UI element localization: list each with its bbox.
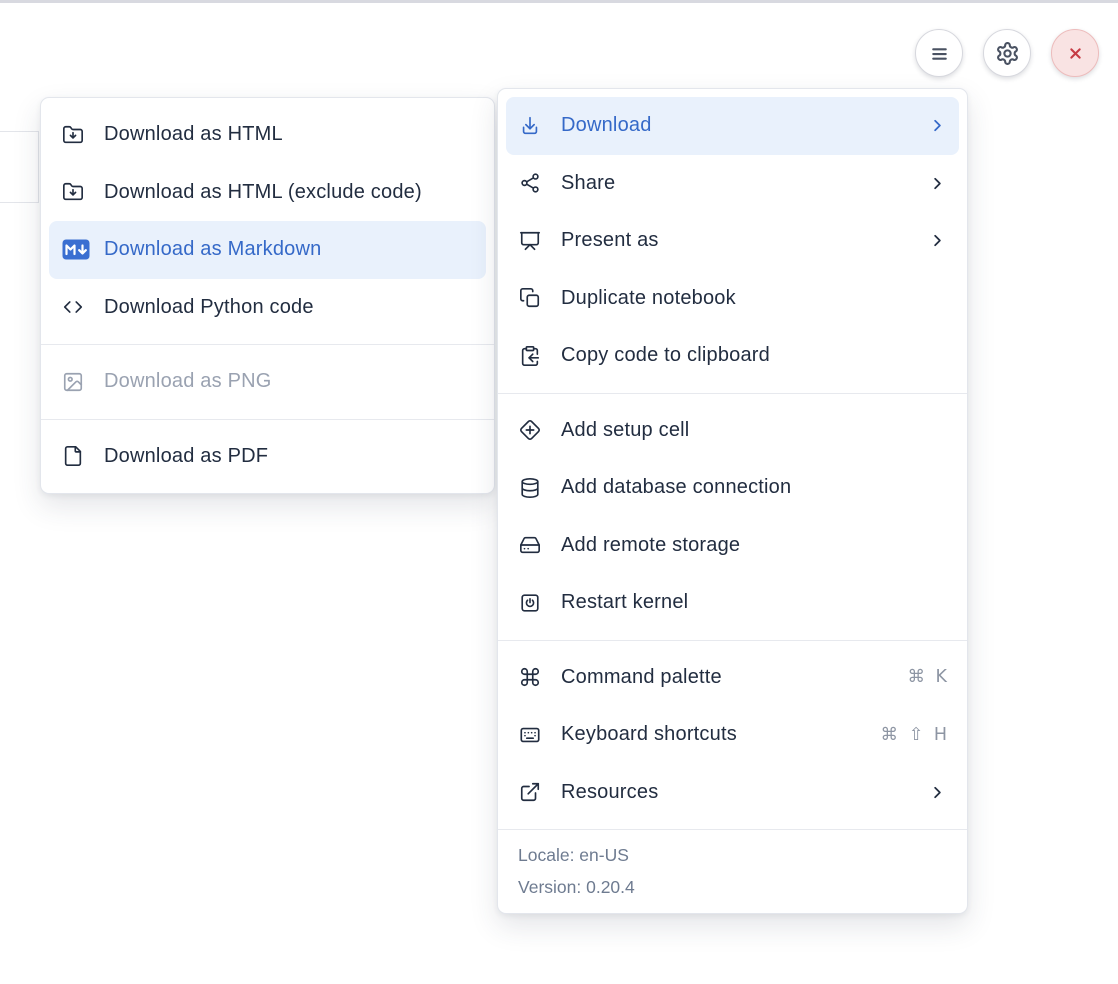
menu-item-download-python-code[interactable]: Download Python code: [49, 279, 486, 337]
menu-button[interactable]: [915, 29, 963, 77]
close-icon: [1063, 41, 1088, 66]
menu-item-label: Resources: [561, 781, 920, 804]
clipboard-copy-icon: [519, 345, 541, 367]
menu-item-label: Duplicate notebook: [561, 287, 947, 310]
menu-item-download-as-png: Download as PNG: [49, 353, 486, 411]
markdown-icon: [62, 239, 90, 261]
menu-item-resources[interactable]: Resources: [506, 764, 959, 822]
menu-item-label: Download as PDF: [104, 445, 474, 468]
menu-item-download-as-markdown[interactable]: Download as Markdown: [49, 221, 486, 279]
menu-item-download-as-html[interactable]: Download as HTML: [49, 106, 486, 164]
menu-item-add-setup-cell[interactable]: Add setup cell: [506, 402, 959, 460]
notebook-actions-toolbar: [915, 29, 1099, 77]
chevron-right-icon: [928, 116, 947, 135]
image-icon: [62, 371, 84, 393]
keyboard-icon: [519, 724, 541, 746]
download-icon: [519, 115, 541, 137]
external-link-icon: [519, 781, 541, 803]
code-icon: [62, 296, 84, 318]
folder-down-icon: [62, 124, 84, 146]
hard-drive-icon: [519, 534, 541, 556]
menu-item-keyboard-shortcuts[interactable]: Keyboard shortcuts ⌘ ⇧ H: [506, 706, 959, 764]
locale-text: Locale: en-US: [518, 839, 947, 871]
menu-item-add-remote-storage[interactable]: Add remote storage: [506, 517, 959, 575]
database-icon: [519, 477, 541, 499]
menu-item-add-database-connection[interactable]: Add database connection: [506, 459, 959, 517]
menu-item-copy-code-to-clipboard[interactable]: Copy code to clipboard: [506, 327, 959, 385]
menu-item-command-palette[interactable]: Command palette ⌘ K: [506, 649, 959, 707]
folder-down-icon: [62, 181, 84, 203]
menu-item-label: Add setup cell: [561, 419, 947, 442]
menu-item-label: Restart kernel: [561, 591, 947, 614]
presentation-icon: [519, 230, 541, 252]
menu-item-label: Download Python code: [104, 296, 474, 319]
menu-item-present-as[interactable]: Present as: [506, 212, 959, 270]
menu-item-label: Share: [561, 172, 920, 195]
diamond-plus-icon: [519, 419, 541, 441]
menu-item-label: Present as: [561, 229, 920, 252]
download-submenu: Download as HTML Download as HTML (exclud…: [40, 97, 495, 494]
chevron-right-icon: [928, 231, 947, 250]
menu-item-share[interactable]: Share: [506, 155, 959, 213]
version-text: Version: 0.20.4: [518, 871, 947, 903]
menu-item-label: Command palette: [561, 666, 899, 689]
menu-icon: [927, 41, 952, 66]
shutdown-button[interactable]: [1051, 29, 1099, 77]
menu-item-label: Download as PNG: [104, 370, 474, 393]
menu-item-duplicate-notebook[interactable]: Duplicate notebook: [506, 270, 959, 328]
menu-item-label: Download as HTML: [104, 123, 474, 146]
notebook-menu: Download Share Present as Duplicate noteboo…: [497, 88, 968, 914]
settings-button[interactable]: [983, 29, 1031, 77]
background-cell-border: [0, 131, 39, 203]
menu-item-label: Copy code to clipboard: [561, 344, 947, 367]
menu-item-restart-kernel[interactable]: Restart kernel: [506, 574, 959, 632]
window-top-border: [0, 0, 1118, 3]
menu-item-download-as-pdf[interactable]: Download as PDF: [49, 428, 486, 486]
file-icon: [62, 445, 84, 467]
menu-item-label: Add database connection: [561, 476, 947, 499]
shortcut-hint: ⌘ K: [907, 667, 947, 687]
shortcut-hint: ⌘ ⇧ H: [881, 725, 947, 745]
menu-item-label: Download as Markdown: [104, 238, 474, 261]
share-icon: [519, 172, 541, 194]
menu-item-download-as-html-exclude-code[interactable]: Download as HTML (exclude code): [49, 164, 486, 222]
chevron-right-icon: [928, 783, 947, 802]
menu-item-label: Download as HTML (exclude code): [104, 181, 474, 204]
menu-footer: Locale: en-US Version: 0.20.4: [498, 829, 967, 913]
menu-item-label: Download: [561, 114, 920, 137]
settings-icon: [995, 41, 1020, 66]
copy-icon: [519, 287, 541, 309]
menu-item-download[interactable]: Download: [506, 97, 959, 155]
square-power-icon: [519, 592, 541, 614]
menu-item-label: Add remote storage: [561, 534, 947, 557]
command-icon: [519, 666, 541, 688]
menu-item-label: Keyboard shortcuts: [561, 723, 873, 746]
chevron-right-icon: [928, 174, 947, 193]
